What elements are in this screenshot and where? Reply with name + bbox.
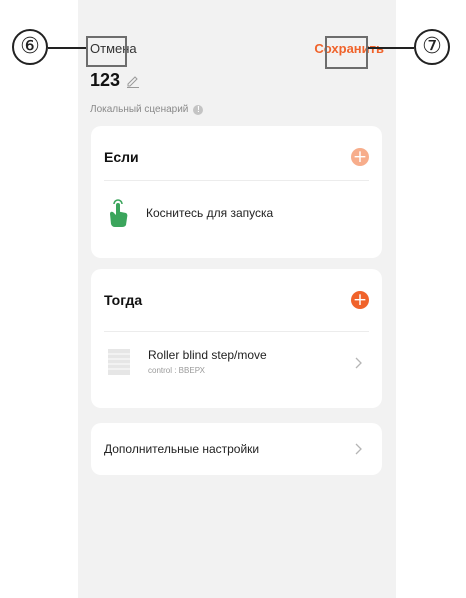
action-item[interactable]: Roller blind step/move control : ВВЕРХ (104, 345, 369, 381)
then-heading: Тогда (104, 292, 143, 308)
if-heading: Если (104, 149, 139, 165)
divider (104, 331, 369, 332)
callout-number-6: ⑥ (12, 29, 48, 65)
chevron-right-icon (355, 443, 362, 455)
more-settings-label: Дополнительные настройки (104, 442, 260, 456)
chevron-right-icon (355, 357, 362, 369)
roller-blind-icon (108, 349, 130, 375)
scenario-title-row[interactable]: 123 (90, 70, 140, 91)
save-highlight-box (325, 36, 368, 69)
divider (104, 180, 369, 181)
scenario-type-label: Локальный сценарий (90, 104, 189, 115)
trigger-label: Коснитесь для запуска (146, 206, 274, 220)
cancel-highlight-box (86, 36, 127, 67)
if-card: Если + Коснитесь для запуска (91, 126, 382, 258)
action-subtitle: control : ВВЕРХ (148, 366, 205, 375)
callout-line-7 (368, 47, 414, 49)
tap-hand-icon (110, 199, 128, 227)
add-condition-plus-icon[interactable]: + (351, 148, 369, 166)
then-card: Тогда + Roller blind step/move control :… (91, 269, 382, 408)
scenario-subtitle-row: Локальный сценарий ! (90, 104, 204, 115)
scenario-title: 123 (90, 70, 121, 90)
tap-to-run-trigger[interactable]: Коснитесь для запуска (104, 198, 273, 228)
more-settings-row[interactable]: Дополнительные настройки (91, 423, 382, 475)
info-icon[interactable]: ! (193, 104, 204, 115)
callout-line-6 (48, 47, 86, 49)
action-title: Roller blind step/move (148, 348, 267, 362)
pencil-icon[interactable] (126, 74, 140, 88)
callout-number-7: ⑦ (414, 29, 450, 65)
add-action-plus-icon[interactable]: + (351, 291, 369, 309)
phone-screen: Отмена Сохранить 123 Локальный сценарий … (78, 0, 396, 598)
